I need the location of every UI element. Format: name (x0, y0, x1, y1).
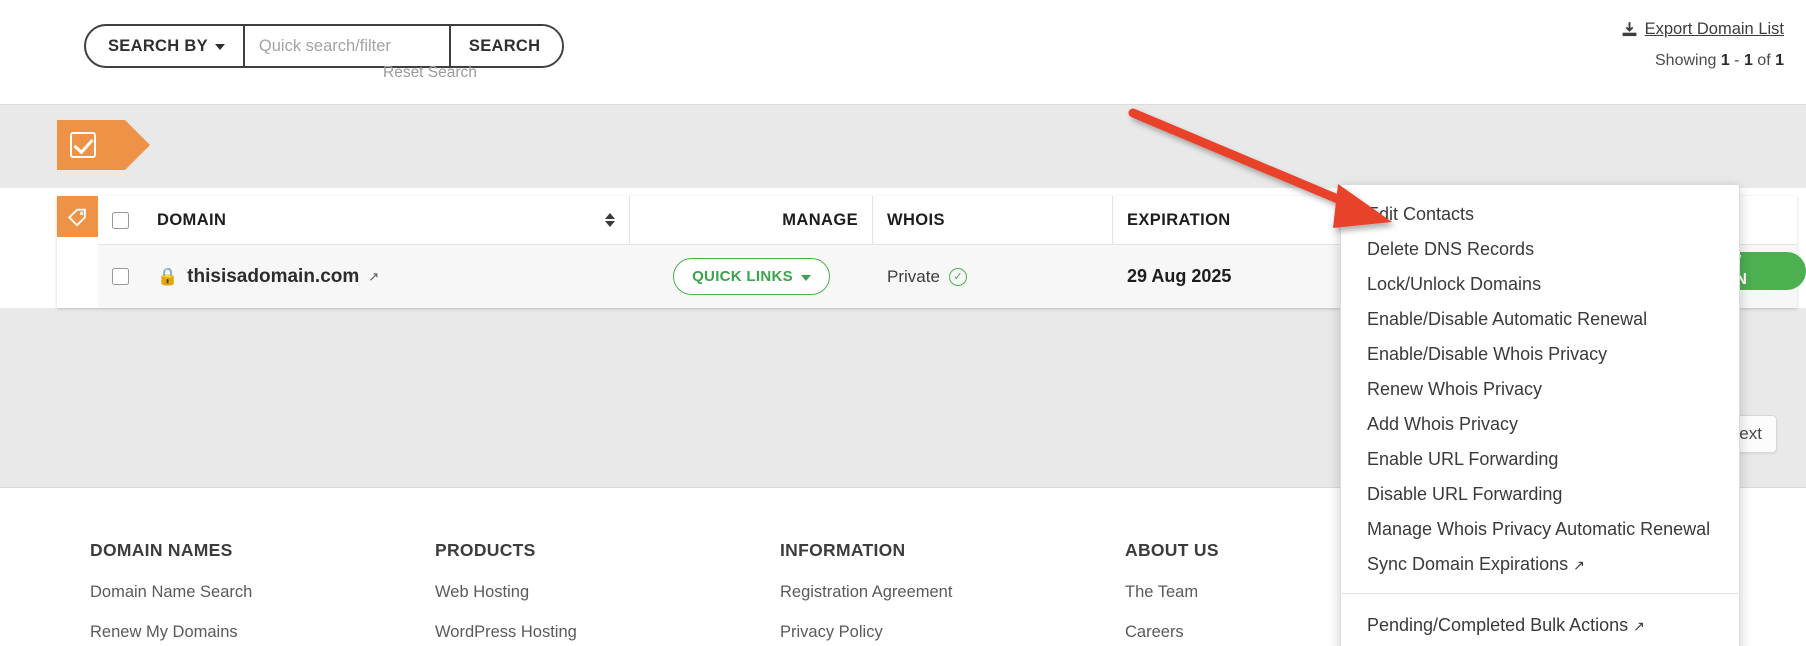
footer-link[interactable]: Careers (1125, 623, 1219, 642)
footer-column-information: INFORMATION Registration Agreement Priva… (780, 540, 952, 646)
select-all-checkbox[interactable] (112, 211, 129, 229)
chevron-down-icon (214, 44, 225, 50)
row-select-cell (98, 268, 143, 285)
column-header-whois-label: WHOIS (887, 210, 945, 229)
external-link-icon[interactable]: ↗ (368, 269, 379, 285)
search-by-label: SEARCH BY (108, 36, 208, 55)
footer-link[interactable]: WordPress Hosting (435, 623, 577, 642)
footer-column-title: INFORMATION (780, 540, 906, 560)
column-header-manage: MANAGE (630, 196, 873, 244)
tag-icon-cell[interactable] (57, 196, 98, 237)
reset-search-link[interactable]: Reset Search (383, 64, 477, 82)
menu-item-enable-disable-whois-privacy[interactable]: Enable/Disable Whois Privacy (1341, 337, 1739, 372)
showing-dash: - (1729, 52, 1744, 69)
footer-link[interactable]: Web Hosting (435, 583, 577, 602)
domain-name-label[interactable]: thisisadomain.com (187, 266, 359, 288)
menu-item-lock-unlock-domains[interactable]: Lock/Unlock Domains (1341, 267, 1739, 302)
quick-links-button[interactable]: QUICK LINKS (673, 258, 830, 295)
column-header-whois: WHOIS (873, 196, 1113, 244)
menu-item-manage-whois-privacy-automatic-renewal[interactable]: Manage Whois Privacy Automatic Renewal (1341, 512, 1739, 547)
row-manage-cell: QUICK LINKS (630, 258, 873, 295)
menu-item-disable-url-forwarding[interactable]: Disable URL Forwarding (1341, 477, 1739, 512)
domain-manager-page: SEARCH BY SEARCH Reset Search Export Dom… (0, 0, 1806, 646)
showing-to: 1 (1743, 52, 1753, 69)
tag-icon (67, 208, 86, 227)
footer-link[interactable]: Domain Name Search (90, 583, 252, 602)
menu-item-enable-url-forwarding[interactable]: Enable URL Forwarding (1341, 442, 1739, 477)
footer-column-title: ABOUT US (1125, 540, 1219, 560)
checkbox-checked-icon (70, 132, 96, 158)
more-dropdown-menu: Edit Contacts Delete DNS Records Lock/Un… (1340, 184, 1740, 646)
footer-column-domain-names: DOMAIN NAMES Domain Name Search Renew My… (90, 540, 252, 646)
column-header-domain-label: DOMAIN (157, 210, 227, 229)
quick-links-label: QUICK LINKS (692, 268, 793, 285)
showing-prefix: Showing (1655, 52, 1721, 69)
menu-item-edit-contacts[interactable]: Edit Contacts (1341, 197, 1739, 232)
menu-item-delete-dns-records[interactable]: Delete DNS Records (1341, 232, 1739, 267)
footer-link[interactable]: Privacy Policy (780, 623, 952, 642)
menu-item-sync-domain-expirations[interactable]: Sync Domain Expirations ↗ (1341, 547, 1739, 582)
expiration-date-label: 29 Aug 2025 (1127, 266, 1232, 286)
export-domain-list-label: Export Domain List (1644, 20, 1784, 38)
download-icon (1622, 22, 1637, 37)
external-link-icon: ↗ (1633, 618, 1645, 634)
search-input[interactable] (244, 26, 449, 66)
menu-footer: Pending/Completed Bulk Actions ↗ (1341, 594, 1739, 646)
chevron-down-icon (800, 274, 811, 281)
column-header-domain[interactable]: DOMAIN (143, 196, 630, 244)
sort-icon (605, 213, 615, 227)
menu-item-renew-whois-privacy[interactable]: Renew Whois Privacy (1341, 372, 1739, 407)
search-by-dropdown[interactable]: SEARCH BY (86, 26, 245, 66)
menu-item-pending-completed-bulk-actions-label: Pending/Completed Bulk Actions (1367, 615, 1629, 635)
showing-total: 1 (1775, 52, 1784, 69)
showing-count: Showing 1 - 1 of 1 (1655, 52, 1784, 70)
showing-of: of (1752, 52, 1776, 69)
row-whois-cell: Private ✓ (873, 267, 1113, 287)
search-control-group: SEARCH BY SEARCH (84, 24, 565, 68)
whois-status-label: Private (887, 266, 940, 286)
menu-item-enable-disable-automatic-renewal[interactable]: Enable/Disable Automatic Renewal (1341, 302, 1739, 337)
column-header-expiration-label: EXPIRATION (1127, 210, 1231, 229)
footer-column-products: PRODUCTS Web Hosting WordPress Hosting (435, 540, 577, 646)
showing-from: 1 (1720, 52, 1730, 69)
column-header-manage-label: MANAGE (782, 210, 858, 229)
row-domain-cell: 🔒 thisisadomain.com ↗ (143, 266, 630, 288)
select-all-header-cell (98, 196, 143, 244)
search-button-label: SEARCH (468, 36, 541, 55)
footer-link[interactable]: Renew My Domains (90, 623, 252, 642)
footer-column-about-us: ABOUT US The Team Careers (1125, 540, 1219, 646)
row-checkbox[interactable] (112, 268, 129, 285)
search-header: SEARCH BY SEARCH Reset Search Export Dom… (0, 0, 1806, 104)
lock-icon: 🔒 (157, 266, 179, 286)
menu-item-sync-domain-expirations-label: Sync Domain Expirations (1367, 554, 1569, 574)
menu-item-pending-completed-bulk-actions[interactable]: Pending/Completed Bulk Actions ↗ (1341, 608, 1739, 643)
footer-column-title: DOMAIN NAMES (90, 540, 233, 560)
footer-link[interactable]: The Team (1125, 583, 1219, 602)
export-domain-list-link[interactable]: Export Domain List (1621, 20, 1784, 39)
selection-indicator (57, 120, 150, 170)
bulk-action-toolbar: ⟳ RENEW SELECTED ⇄ ACCOUNT TRANSFER 🔧 ED… (0, 104, 1806, 276)
footer-link[interactable]: Registration Agreement (780, 583, 952, 602)
footer-column-title: PRODUCTS (435, 540, 536, 560)
search-button[interactable]: SEARCH (448, 26, 563, 66)
external-link-icon: ↗ (1573, 557, 1585, 573)
check-circle-icon: ✓ (948, 267, 967, 286)
menu-item-add-whois-privacy[interactable]: Add Whois Privacy (1341, 407, 1739, 442)
